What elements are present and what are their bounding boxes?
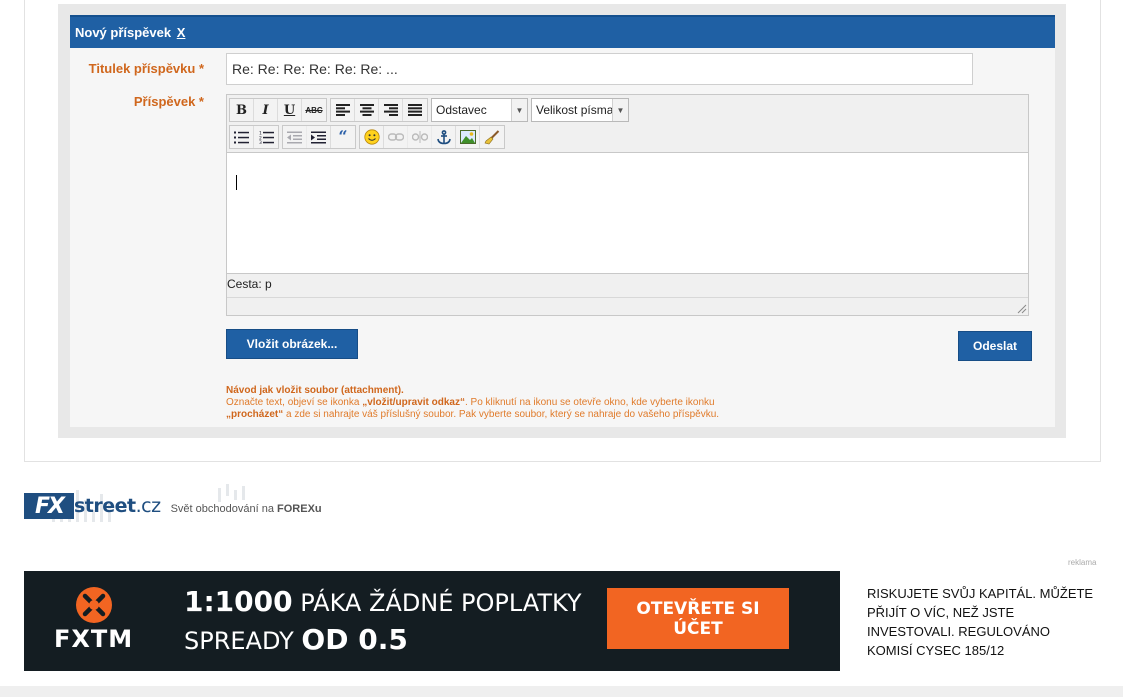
ad-spread: OD 0.5 [301, 623, 408, 656]
text-style-group: B I U ABC [229, 98, 327, 122]
numbered-list-button[interactable]: 123 [254, 126, 278, 148]
align-justify-button[interactable] [403, 99, 427, 121]
italic-icon: I [262, 102, 269, 118]
logo-tld: .cz [135, 495, 161, 517]
help-text: Označte text, objeví se ikonka [226, 397, 363, 408]
indent-icon [311, 131, 326, 143]
help-highlight: „vložit/upravit odkaz“ [362, 397, 465, 408]
outdent-button[interactable] [283, 126, 307, 148]
strikethrough-button[interactable]: ABC [302, 99, 326, 121]
align-right-button[interactable] [379, 99, 403, 121]
cleanup-icon [484, 129, 500, 144]
list-group: 123 [229, 125, 279, 149]
insert-group [359, 125, 505, 149]
tagline-text: Svět obchodování na [170, 503, 278, 515]
italic-button[interactable]: I [254, 99, 278, 121]
align-center-button[interactable] [355, 99, 379, 121]
ad-headline-1: 1:1000 PÁKA ŽÁDNÉ POPLATKY [184, 585, 582, 618]
blockquote-button[interactable]: “ [331, 126, 355, 148]
align-center-icon [359, 104, 374, 116]
chevron-down-icon: ▼ [612, 99, 628, 121]
form-header: Nový příspěvek X [70, 15, 1055, 48]
align-group [330, 98, 428, 122]
open-account-button[interactable]: OTEVŘETE SI ÚČET [607, 588, 789, 649]
text-caret [236, 175, 237, 190]
submit-button[interactable]: Odeslat [958, 331, 1032, 361]
help-line-2: „procházet“ a zde si nahrajte váš příslu… [226, 409, 926, 421]
ad-headline-2: SPREADY OD 0.5 [184, 623, 408, 656]
help-title: Návod jak vložit soubor (attachment). [226, 385, 404, 396]
title-input[interactable] [226, 53, 973, 85]
fxtm-logo-icon [76, 587, 112, 623]
font-size-select[interactable]: Velikost písma ▼ [531, 98, 629, 122]
bold-icon: B [236, 102, 247, 118]
body-label: Příspěvek * [133, 94, 204, 109]
anchor-icon [436, 129, 451, 144]
image-icon [459, 130, 476, 144]
cleanup-button[interactable] [480, 126, 504, 148]
help-highlight: „procházet“ [226, 409, 284, 420]
numbered-list-icon: 123 [259, 131, 274, 144]
page: Nový příspěvek X Titulek příspěvku * Pří… [0, 0, 1123, 697]
logo-tagline: Svět obchodování na FOREXu [171, 503, 322, 515]
anchor-button[interactable] [432, 126, 456, 148]
fx-logo-mark: FX [24, 493, 74, 519]
bullet-list-icon [234, 131, 249, 143]
risk-warning: RISKUJETE SVŮJ KAPITÁL. MŮŽETE PŘIJÍT O … [867, 586, 1094, 658]
editor-content-area[interactable] [227, 152, 1028, 274]
toolbar-row-1: B I U ABC Odstavec ▼ Velikost písma ▼ [229, 97, 632, 123]
ad-label: reklama [1068, 558, 1097, 567]
logo-street: street [74, 495, 136, 517]
fxtm-brand-name: FXTM [54, 625, 134, 653]
underline-button[interactable]: U [278, 99, 302, 121]
ad-headline-text: SPREADY [184, 627, 302, 655]
help-text: a zde si nahrajte váš příslušný soubor. … [283, 409, 720, 420]
insert-image-button[interactable] [456, 126, 480, 148]
new-post-form: Nový příspěvek X Titulek příspěvku * Pří… [70, 15, 1055, 427]
toolbar-row-2: 123 “ [229, 124, 508, 150]
strikethrough-icon: ABC [305, 105, 323, 115]
align-left-button[interactable] [331, 99, 355, 121]
editor-path-bar: Cesta: p [227, 277, 272, 291]
insert-image-upload-button[interactable]: Vložit obrázek... [226, 329, 358, 359]
smiley-icon [363, 129, 380, 145]
title-label: Titulek příspěvku * [88, 61, 204, 76]
unlink-button[interactable] [408, 126, 432, 148]
smiley-button[interactable] [360, 126, 384, 148]
page-bottom-strip [0, 686, 1123, 697]
outdent-icon [287, 131, 302, 143]
chevron-down-icon: ▼ [511, 99, 527, 121]
fxstreet-logo[interactable]: FX street.cz Svět obchodování na FOREXu [24, 492, 322, 520]
rich-text-editor: B I U ABC Odstavec ▼ Velikost písma ▼ 1 … [226, 94, 1029, 316]
underline-icon: U [283, 102, 296, 118]
align-right-icon [383, 104, 398, 116]
resize-grip-icon[interactable] [1015, 302, 1027, 314]
ad-headline-text: PÁKA ŽÁDNÉ POPLATKY [292, 589, 582, 617]
svg-text:3: 3 [259, 140, 262, 144]
fx-logo-wordmark: street.cz [74, 495, 161, 517]
bullet-list-button[interactable] [230, 126, 254, 148]
bold-button[interactable]: B [230, 99, 254, 121]
help-line-1: Označte text, objeví se ikonka „vložit/u… [226, 397, 926, 409]
link-button[interactable] [384, 126, 408, 148]
link-icon [387, 133, 404, 141]
paragraph-format-value: Odstavec [436, 103, 487, 117]
indent-group: “ [282, 125, 356, 149]
align-justify-icon [408, 104, 422, 116]
font-size-value: Velikost písma [536, 103, 614, 117]
attachment-help: Návod jak vložit soubor (attachment). Oz… [226, 385, 926, 421]
unlink-icon [411, 131, 428, 143]
paragraph-format-select[interactable]: Odstavec ▼ [431, 98, 528, 122]
close-form-button[interactable]: X [177, 25, 186, 40]
tagline-forex: FOREXu [277, 503, 322, 515]
editor-status-row [227, 297, 1028, 315]
ad-leverage: 1:1000 [184, 585, 293, 618]
blockquote-icon: “ [338, 127, 348, 146]
indent-button[interactable] [307, 126, 331, 148]
align-left-icon [335, 104, 350, 116]
fxtm-ad-banner[interactable]: FXTM 1:1000 PÁKA ŽÁDNÉ POPLATKY SPREADY … [24, 571, 840, 671]
help-text: . Po kliknutí na ikonu se otevře okno, k… [464, 397, 715, 408]
form-title: Nový příspěvek [75, 25, 172, 40]
